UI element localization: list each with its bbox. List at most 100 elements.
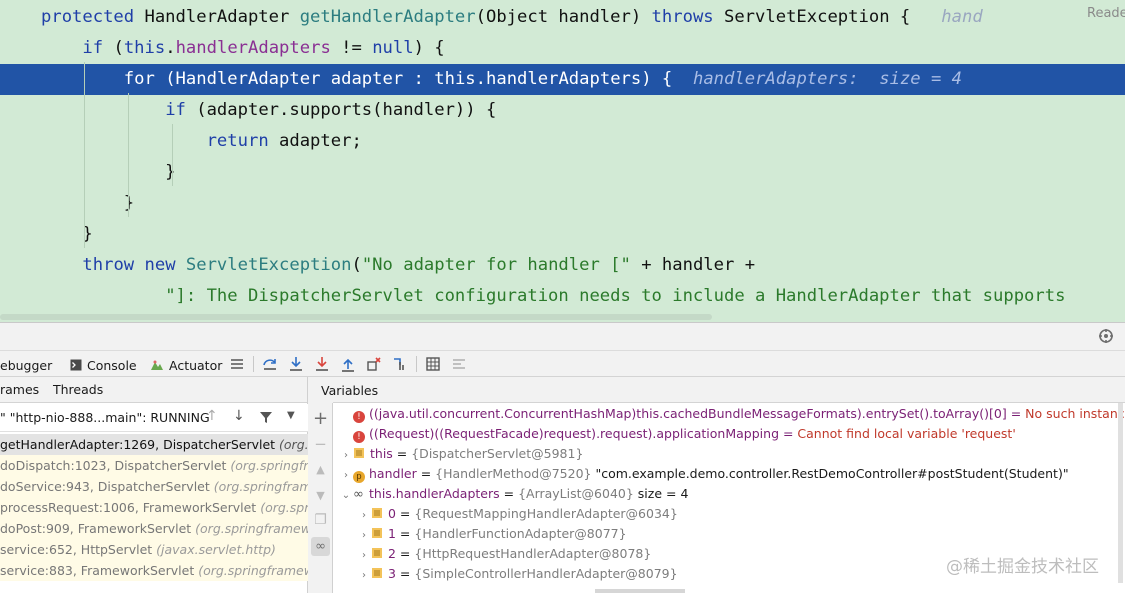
code-token: } — [41, 162, 176, 182]
variable-row[interactable]: › this = {DispatcherServlet@5981} — [339, 444, 1125, 464]
drop-frame-icon[interactable] — [365, 355, 383, 373]
variable-equals: = — [416, 466, 436, 481]
code-line[interactable]: } — [0, 188, 1125, 219]
variable-row[interactable]: ! ((java.util.concurrent.ConcurrentHashMa… — [339, 404, 1125, 424]
step-out-icon[interactable] — [339, 355, 357, 373]
stack-frame-package: (org.springframewor — [213, 479, 308, 494]
code-line[interactable]: if (this.handlerAdapters != null) { — [0, 33, 1125, 64]
code-token: this — [434, 69, 476, 89]
code-text: "]: The DispatcherServlet configuration … — [41, 281, 1065, 312]
move-up-icon[interactable]: ▲ — [311, 460, 330, 479]
step-into-icon[interactable] — [287, 355, 305, 373]
copy-icon[interactable]: ❐ — [311, 511, 330, 530]
variable-row[interactable]: › 1 = {HandlerFunctionAdapter@8077} — [357, 524, 1125, 544]
tab-actuator[interactable]: Actuator — [150, 355, 222, 375]
chevron-down-icon[interactable]: ⌄ — [339, 486, 353, 504]
tab-frames[interactable]: rames — [0, 377, 39, 403]
stack-frame[interactable]: doPost:909, FrameworkServlet (org.spring… — [0, 518, 308, 539]
variable-row[interactable]: › p handler = {HandlerMethod@7520} "com.ex… — [339, 464, 1125, 484]
stack-frame-package: (javax.servlet.http) — [156, 542, 276, 557]
tab-console[interactable]: Console — [70, 355, 137, 375]
field-icon — [372, 568, 382, 578]
code-editor[interactable]: protected HandlerAdapter getHandlerAdapt… — [0, 0, 1125, 322]
variable-name: this — [370, 446, 393, 461]
filter-icon[interactable] — [259, 410, 273, 424]
code-token: . — [165, 38, 176, 58]
code-line[interactable]: if (adapter.supports(handler)) { — [0, 95, 1125, 126]
chevron-right-icon[interactable]: › — [339, 446, 353, 464]
code-line[interactable]: for (HandlerAdapter adapter : this.handl… — [0, 64, 1125, 95]
run-to-cursor-icon[interactable] — [391, 355, 409, 373]
chevron-right-icon[interactable]: › — [339, 466, 353, 484]
variables-horizontal-scrollbar[interactable] — [595, 589, 685, 593]
code-line[interactable]: protected HandlerAdapter getHandlerAdapt… — [0, 2, 1125, 33]
move-down-icon[interactable]: ▼ — [311, 486, 330, 505]
code-line[interactable]: return adapter; — [0, 126, 1125, 157]
inline-hint: handlerAdapters: size = 4 — [692, 69, 963, 89]
variable-type: {DispatcherServlet@5981} — [411, 446, 584, 461]
variable-equals: = — [395, 506, 415, 521]
code-token: HandlerAdapter — [144, 7, 300, 27]
code-text: if (this.handlerAdapters != null) { — [41, 33, 444, 64]
variable-row[interactable]: ⌄ ∞ this.handlerAdapters = {ArrayList@6040… — [339, 484, 1125, 504]
code-token: } — [41, 193, 135, 213]
stack-frame[interactable]: service:883, FrameworkServlet (org.sprin… — [0, 560, 308, 581]
tab-threads[interactable]: Threads — [53, 377, 103, 403]
tab-debugger[interactable]: ebugger — [0, 355, 52, 375]
chevron-right-icon[interactable]: › — [357, 566, 371, 584]
remove-watch-icon[interactable]: − — [311, 435, 330, 454]
code-line[interactable]: } — [0, 157, 1125, 188]
stack-frame-method: doPost:909, FrameworkServlet — [0, 521, 196, 536]
variable-row[interactable]: › 0 = {RequestMappingHandlerAdapter@6034} — [357, 504, 1125, 524]
chevron-right-icon[interactable]: › — [357, 546, 371, 564]
evaluate-expression-icon[interactable] — [424, 355, 442, 373]
arrow-up-icon[interactable]: ↑ — [206, 408, 218, 424]
variable-type: {RequestMappingHandlerAdapter@6034} — [414, 506, 678, 521]
thread-selector[interactable]: " "http-nio-888...main": RUNNING ↑ ↓ ▼ — [0, 404, 308, 432]
variable-error: No such instance f... — [1025, 406, 1125, 421]
code-token: throws — [651, 7, 724, 27]
gear-icon[interactable] — [1098, 328, 1114, 344]
reader-mode-label[interactable]: Reader Mo — [1087, 6, 1125, 21]
chevron-right-icon[interactable]: › — [357, 506, 371, 524]
editor-horizontal-scrollbar[interactable] — [0, 314, 712, 320]
field-icon — [372, 508, 382, 518]
stack-frame-package: (org.springframework. — [198, 563, 308, 578]
trace-stream-icon[interactable] — [450, 355, 468, 373]
watches-toggle-icon[interactable]: ∞ — [311, 537, 330, 556]
stack-frame[interactable]: doDispatch:1023, DispatcherServlet (org.… — [0, 455, 308, 476]
tab-actuator-label: Actuator — [169, 357, 223, 373]
stack-frame[interactable]: processRequest:1006, FrameworkServlet (o… — [0, 497, 308, 518]
step-over-icon[interactable] — [261, 355, 279, 373]
code-token: . — [475, 69, 487, 89]
tab-console-label: Console — [87, 357, 137, 373]
menu-icon[interactable] — [228, 355, 246, 373]
field-icon — [354, 448, 364, 458]
chevron-down-icon[interactable]: ▼ — [287, 410, 295, 421]
code-text: return adapter; — [41, 126, 362, 157]
code-line[interactable]: "]: The DispatcherServlet configuration … — [0, 281, 1125, 312]
add-watch-icon[interactable]: + — [311, 409, 330, 428]
code-token: ServletException — [185, 255, 352, 275]
stack-frame[interactable]: service:652, HttpServlet (javax.servlet.… — [0, 539, 308, 560]
code-line[interactable]: throw new ServletException("No adapter f… — [0, 250, 1125, 281]
stack-frame[interactable]: doService:943, DispatcherServlet (org.sp… — [0, 476, 308, 497]
stack-frame[interactable]: getHandlerAdapter:1269, DispatcherServle… — [0, 434, 308, 455]
force-step-into-icon[interactable] — [313, 355, 331, 373]
console-icon — [70, 359, 82, 371]
code-token: ( — [351, 255, 362, 275]
variable-name: handler — [369, 466, 417, 481]
variable-name: 2 — [388, 546, 396, 561]
code-token: handlerAdapters — [486, 69, 642, 89]
field-icon — [372, 528, 382, 538]
stack-frame-method: service:883, FrameworkServlet — [0, 563, 199, 578]
code-line[interactable]: } — [0, 219, 1125, 250]
code-token: + handler + — [630, 255, 756, 275]
variable-row[interactable]: ! ((Request)((RequestFacade)request).requ… — [339, 424, 1125, 444]
arrow-down-icon[interactable]: ↓ — [233, 408, 245, 424]
stack-frame-method: getHandlerAdapter:1269, DispatcherServle… — [0, 437, 280, 452]
chevron-right-icon[interactable]: › — [357, 526, 371, 544]
variables-vertical-scrollbar[interactable] — [1118, 403, 1123, 583]
